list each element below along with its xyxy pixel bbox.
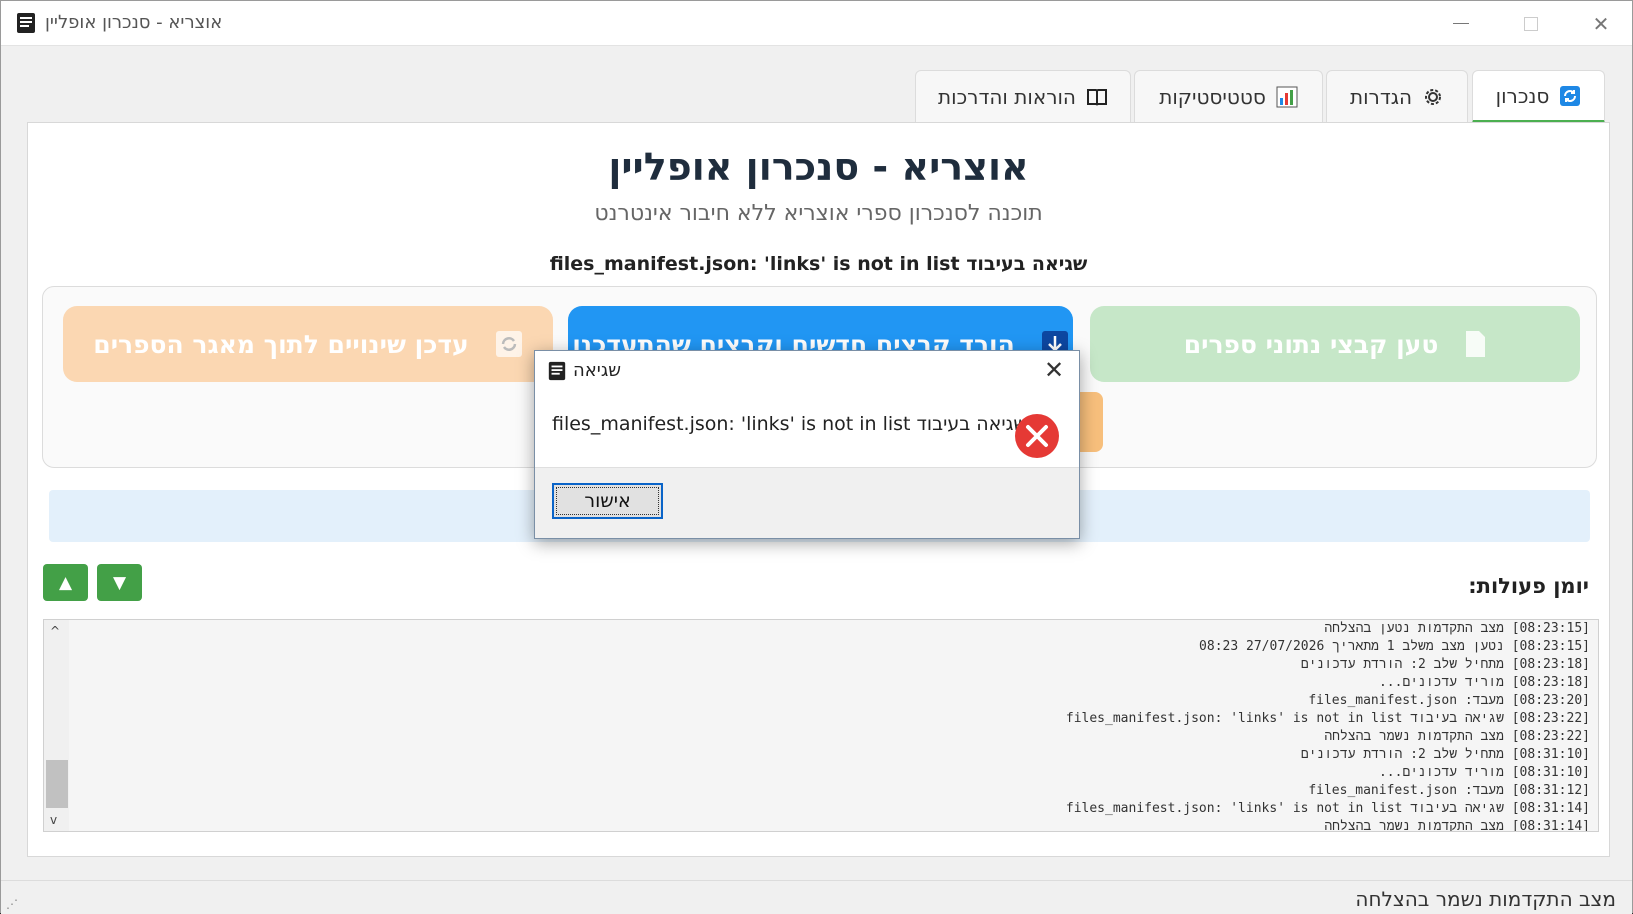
- dialog-close-button[interactable]: ✕: [1039, 355, 1069, 385]
- log-line: [08:31:10] מתחיל שלב 2: הורדת עדכונים: [1300, 747, 1590, 762]
- log-line: [08:23:22] מצב התקדמות נשמר בהצלחה: [1324, 729, 1590, 744]
- tab-help[interactable]: הוראות והדרכות: [915, 70, 1131, 123]
- log-line: [08:31:12] מעבד: files_manifest.json: [1308, 783, 1590, 798]
- tab-bar: סנכרון הגדרות סטטיסטיקות הוראות והדרכות: [1, 70, 1632, 123]
- status-bar-text: מצב התקדמות נשמר בהצלחה: [1355, 887, 1616, 911]
- close-icon: ✕: [1043, 356, 1065, 384]
- log-scrollbar[interactable]: ^ v: [44, 620, 69, 831]
- triangle-up-icon: ▲: [58, 572, 73, 593]
- log-line: [08:31:14] שגיאה בעיבוד files_manifest.j…: [1065, 801, 1590, 816]
- load-data-button[interactable]: טען קבצי נתוני ספרים: [1090, 306, 1580, 382]
- tab-label: הגדרות: [1349, 85, 1413, 109]
- scroll-down-button[interactable]: ▼: [97, 564, 142, 601]
- maximize-icon: [1524, 16, 1538, 31]
- close-icon: ✕: [1592, 11, 1610, 36]
- chevron-down-icon[interactable]: v: [50, 813, 57, 827]
- log-line: [08:31:10] מוריד עדכונים...: [1378, 765, 1590, 780]
- apply-updates-label: עדכן שינויים לתוך מאגר הספרים: [93, 329, 469, 359]
- tab-label: הוראות והדרכות: [937, 85, 1077, 109]
- activity-log[interactable]: ^ v [08:23:15] מצב התקדמות נטען בהצלחה […: [43, 619, 1599, 832]
- log-line: [08:23:20] מעבד: files_manifest.json: [1308, 693, 1590, 708]
- file-icon: [1466, 331, 1486, 357]
- scrollbar-thumb[interactable]: [46, 760, 68, 808]
- bar-chart-icon: [1276, 86, 1298, 108]
- load-data-label: טען קבצי נתוני ספרים: [1183, 329, 1439, 359]
- window-title: אוצריא - סנכרון אופליין: [45, 12, 223, 33]
- page-title: אוצריא - סנכרון אופליין: [608, 145, 1029, 189]
- triangle-down-icon: ▼: [112, 572, 127, 593]
- apply-updates-button[interactable]: עדכן שינויים לתוך מאגר הספרים: [63, 306, 553, 382]
- minimize-button[interactable]: [1426, 1, 1496, 46]
- status-message: files_manifest.json: 'links' is not in l…: [549, 253, 1088, 275]
- log-line: [08:31:14] מצב התקדמות נשמר בהצלחה: [1324, 819, 1590, 832]
- app-logo-icon: [17, 13, 35, 33]
- log-line: [08:23:22] שגיאה בעיבוד files_manifest.j…: [1065, 711, 1590, 726]
- log-line: [08:23:18] מתחיל שלב 2: הורדת עדכונים: [1300, 657, 1590, 672]
- log-line: [08:23:15] מצב התקדמות נטען בהצלחה: [1324, 621, 1590, 636]
- app-logo-icon: [548, 361, 566, 381]
- tab-settings[interactable]: הגדרות: [1326, 70, 1468, 123]
- error-icon: [1015, 414, 1059, 458]
- chevron-up-icon[interactable]: ^: [50, 624, 60, 638]
- status-bar: מצב התקדמות נשמר בהצלחה ⋰: [1, 880, 1632, 914]
- tab-statistics[interactable]: סטטיסטיקות: [1134, 70, 1323, 123]
- tab-label: סנכרון: [1495, 83, 1550, 108]
- title-bar: אוצריא - סנכרון אופליין ✕: [1, 1, 1632, 46]
- dialog-body: files_manifest.json: 'links' is not in l…: [535, 391, 1079, 468]
- ok-button[interactable]: אישור: [552, 483, 663, 519]
- tab-sync[interactable]: סנכרון: [1472, 70, 1605, 123]
- scroll-up-button[interactable]: ▲: [43, 564, 88, 601]
- page-subtitle: תוכנה לסנכרון ספרי אוצריא ללא חיבור אינט…: [594, 201, 1043, 226]
- log-label: יומן פעולות:: [1468, 574, 1589, 598]
- dialog-message: files_manifest.json: 'links' is not in l…: [552, 413, 1027, 435]
- error-dialog: שגיאה ✕ files_manifest.json: 'links' is …: [534, 350, 1080, 539]
- log-lines: [08:23:15] מצב התקדמות נטען בהצלחה [08:2…: [90, 620, 1590, 832]
- resize-grip-icon[interactable]: ⋰: [6, 897, 18, 911]
- dialog-header: שגיאה ✕: [535, 351, 1079, 391]
- log-line: [08:23:15] נטען מצב משלב 1 מתאריך 27/07/…: [1199, 639, 1590, 654]
- minimize-icon: [1453, 23, 1469, 24]
- dialog-title: שגיאה: [573, 360, 621, 381]
- book-icon: [1086, 86, 1108, 108]
- log-line: [08:23:18] מוריד עדכונים...: [1378, 675, 1590, 690]
- close-window-button[interactable]: ✕: [1566, 1, 1633, 46]
- app-window: אוצריא - סנכרון אופליין ✕ סנכרון הגדרות …: [0, 0, 1633, 914]
- refresh-icon: [495, 331, 522, 357]
- maximize-button[interactable]: [1496, 1, 1566, 46]
- tab-label: סטטיסטיקות: [1159, 85, 1266, 109]
- sync-icon: [1559, 85, 1581, 107]
- gear-icon: [1422, 86, 1444, 108]
